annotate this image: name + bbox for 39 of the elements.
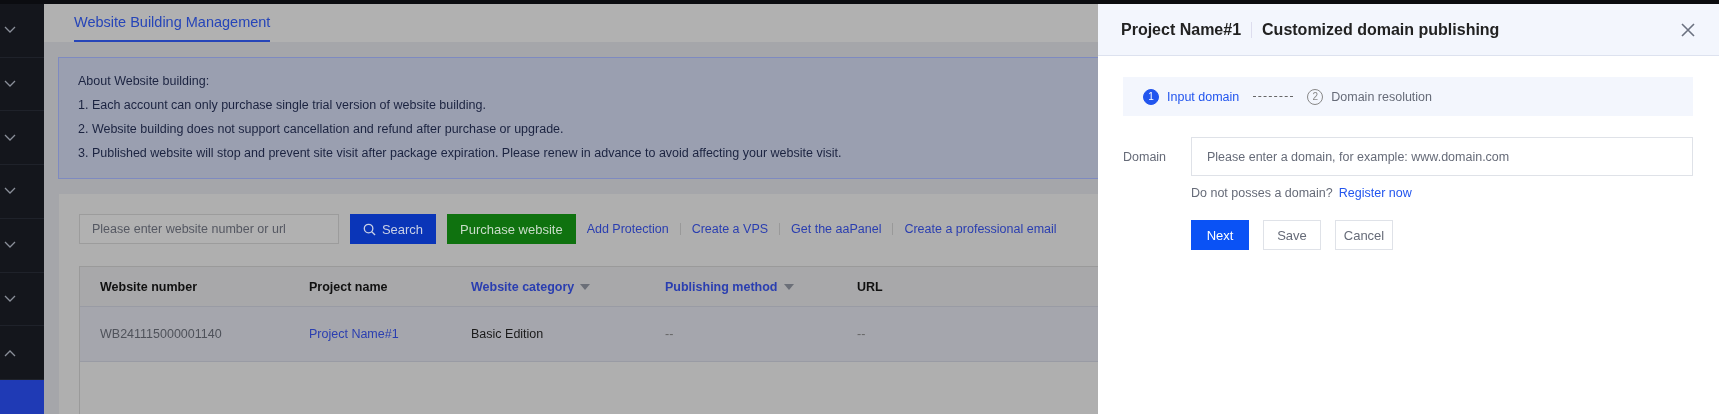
drawer-button[interactable]: Cancel (1335, 220, 1393, 250)
step-label: Domain resolution (1331, 89, 1433, 104)
toolbar-link[interactable]: Add Protection (586, 222, 669, 236)
column-header[interactable]: Publishing method (645, 279, 837, 294)
toolbar-link[interactable]: Get the aaPanel (791, 222, 882, 236)
purchase-button[interactable]: Purchase website (447, 214, 576, 244)
caret-icon (783, 283, 794, 290)
notice-text: 3. Published website will stop and prevent site visit after package expiration. Please renew in advance to avoid affecting your website visit. (78, 145, 843, 162)
next-button[interactable]: Next (1191, 220, 1249, 250)
domain-field[interactable]: Please enter a domain, for example: www.domain.com (1191, 137, 1693, 176)
drawer-button[interactable]: Save (1263, 220, 1321, 250)
column-header: URL (856, 279, 883, 294)
step-label: Input domain (1167, 89, 1240, 104)
hint-text: Do not posses a domain? (1191, 186, 1333, 200)
caret-icon (580, 283, 591, 290)
field-label: Domain (1123, 149, 1168, 164)
column-header[interactable]: Website category (451, 279, 645, 294)
step-number: 1 (1143, 88, 1159, 105)
table-cell-text: Basic Edition (470, 327, 545, 341)
tab[interactable]: Website Building Management (74, 4, 271, 42)
column-header: Project name (308, 279, 389, 294)
register-link[interactable]: Register now (1338, 186, 1412, 200)
sidebar-subitem[interactable] (0, 379, 44, 414)
search-icon (362, 222, 376, 236)
table-cell-text: -- (856, 327, 866, 341)
notice-text: 1. Each account can only purchase single trial version of website building. (78, 97, 487, 114)
column-header: Website number (99, 279, 198, 294)
drawer-title: Customized domain publishing (1262, 20, 1500, 39)
project-link[interactable]: Project Name#1 (289, 327, 451, 341)
table-cell-text: -- (664, 327, 675, 341)
notice-title: About Website building: (78, 73, 211, 90)
toolbar-link[interactable]: Create a professional email (904, 222, 1057, 236)
search-field[interactable]: Please enter website number or url (79, 214, 339, 244)
toolbar-link[interactable]: Create a VPS (691, 222, 769, 236)
notice-text: 2. Website building does not support cancellation and refund after purchase or upgrade. (78, 121, 565, 138)
drawer-project-name: Project Name#1 (1121, 20, 1242, 39)
search-button[interactable]: Search (350, 214, 436, 244)
close-icon[interactable] (1681, 22, 1695, 37)
table-cell-text: WB241115000001140 (99, 327, 223, 341)
